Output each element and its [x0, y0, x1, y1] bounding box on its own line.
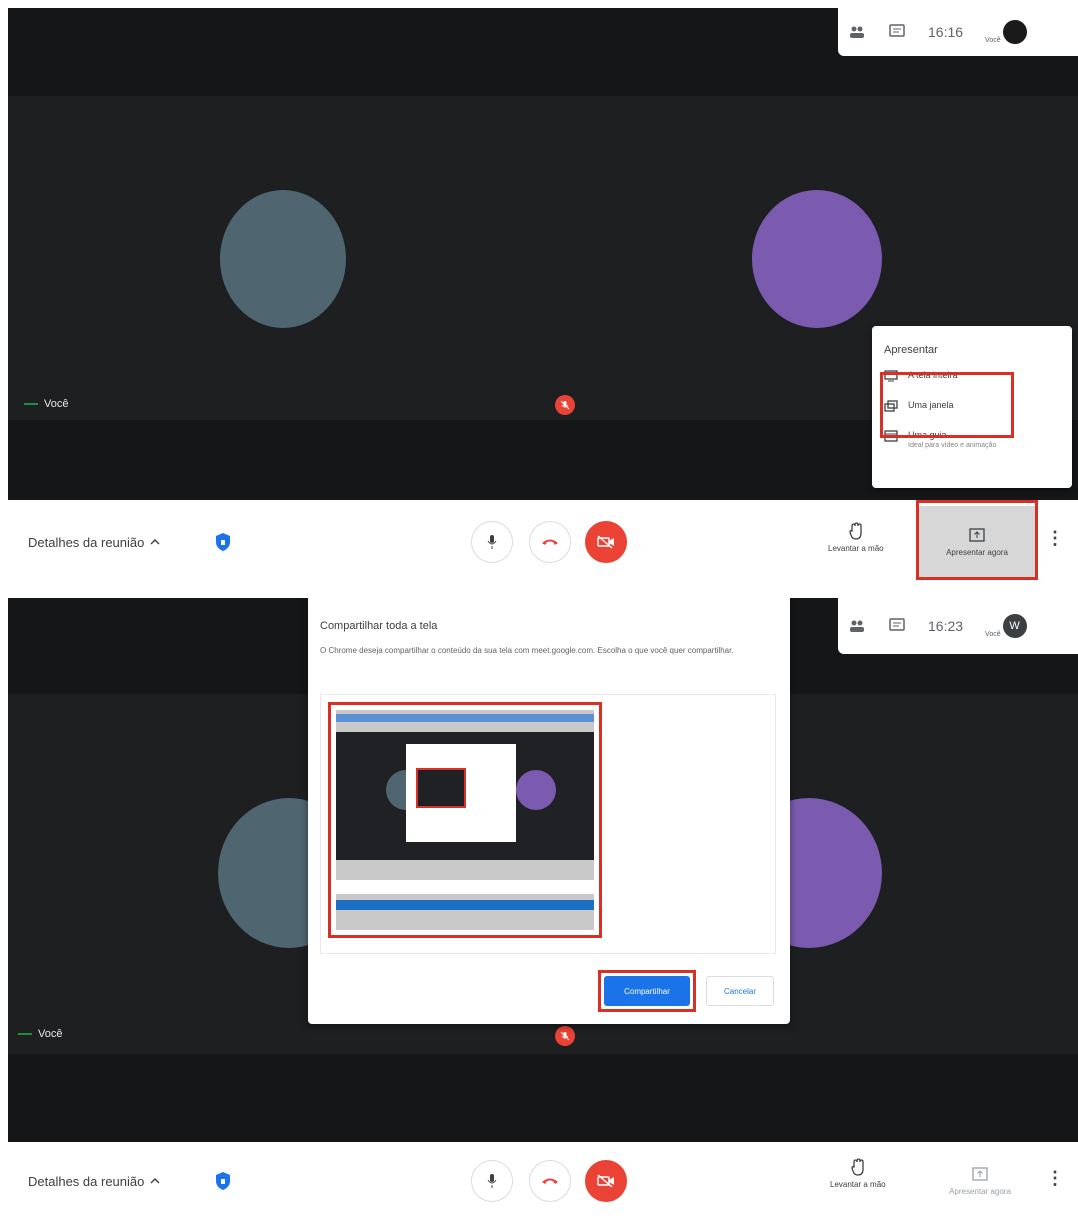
clock-text: 16:16: [928, 24, 964, 40]
meet-screen-present-menu: Você 16:16 Você Apresentar A tela inteir…: [8, 8, 1078, 584]
more-options-icon[interactable]: ⋮: [1046, 528, 1064, 549]
meet-screen-share-dialog: Você 16:23 Você W Detalhes da reunião Le…: [8, 598, 1078, 1220]
participant-tile-you: [220, 190, 346, 328]
self-name-text: Você: [44, 398, 69, 410]
highlight-screen-thumbnail: [328, 702, 602, 938]
muted-mic-icon: [555, 395, 575, 415]
meet-topbar: 16:16 Você: [838, 8, 1078, 56]
self-name-label: Você: [18, 1028, 62, 1040]
cancel-button[interactable]: Cancelar: [706, 976, 774, 1006]
camera-off-icon: [597, 1174, 614, 1188]
chevron-up-icon: [150, 1178, 160, 1184]
muted-mic-icon: [555, 1026, 575, 1046]
meet-controlbar: Detalhes da reunião Levantar a mão Apres…: [8, 1142, 1078, 1220]
raise-hand-label: Levantar a mão: [830, 1180, 886, 1189]
people-icon[interactable]: [848, 23, 866, 41]
hand-icon: [849, 522, 862, 540]
raise-hand-button[interactable]: Levantar a mão: [828, 522, 884, 553]
mic-button[interactable]: [471, 521, 513, 563]
self-avatar-box[interactable]: Você W: [985, 614, 1027, 638]
meet-topbar: 16:23 Você W: [838, 598, 1078, 654]
share-dialog-title: Compartilhar toda a tela: [320, 620, 438, 632]
share-dialog-message: O Chrome deseja compartilhar o conteúdo …: [320, 646, 734, 655]
meeting-details-label: Detalhes da reunião: [28, 1173, 145, 1189]
camera-off-button[interactable]: [585, 521, 627, 563]
present-now-button[interactable]: Apresentar agora: [932, 1152, 1028, 1210]
self-avatar: [1002, 20, 1027, 44]
highlight-present-options: [880, 372, 1014, 438]
phone-hangup-icon: [542, 1178, 558, 1184]
self-avatar-box[interactable]: Você: [985, 20, 1027, 44]
self-avatar: W: [1002, 614, 1027, 638]
camera-off-icon: [597, 535, 614, 549]
mic-icon: [487, 535, 497, 549]
meeting-details-label: Detalhes da reunião: [28, 534, 145, 550]
present-option-sublabel: Ideal para vídeo e animação: [908, 442, 997, 449]
highlight-present-now: [916, 500, 1038, 580]
bottom-dark-band: [8, 1054, 1078, 1142]
self-name-text: Você: [38, 1028, 63, 1040]
hangup-button[interactable]: [529, 521, 571, 563]
present-menu-title: Apresentar: [884, 344, 938, 356]
security-shield-icon[interactable]: [213, 531, 233, 553]
chat-icon[interactable]: [888, 617, 906, 635]
raise-hand-button[interactable]: Levantar a mão: [830, 1158, 886, 1189]
more-options-icon[interactable]: ⋮: [1046, 1168, 1064, 1189]
security-shield-icon[interactable]: [213, 1170, 233, 1192]
mic-icon: [487, 1174, 497, 1188]
meeting-details-button[interactable]: Detalhes da reunião: [28, 535, 160, 550]
self-avatar-label: Você: [985, 631, 1001, 638]
phone-hangup-icon: [542, 539, 558, 545]
present-now-label: Apresentar agora: [949, 1186, 1011, 1196]
speaking-indicator: [18, 1033, 32, 1035]
highlight-share-button: [598, 970, 696, 1012]
hand-icon: [851, 1158, 864, 1176]
chevron-up-icon: [150, 539, 160, 545]
people-icon[interactable]: [848, 617, 866, 635]
self-avatar-label: Você: [985, 37, 1001, 44]
participant-tile-other: [752, 190, 882, 328]
speaking-indicator: [24, 403, 38, 405]
self-name-label: Você: [24, 398, 68, 410]
camera-off-button[interactable]: [585, 1160, 627, 1202]
mic-button[interactable]: [471, 1160, 513, 1202]
hangup-button[interactable]: [529, 1160, 571, 1202]
chat-icon[interactable]: [888, 23, 906, 41]
clock-text: 16:23: [928, 618, 964, 634]
present-screen-icon: [972, 1166, 988, 1181]
raise-hand-label: Levantar a mão: [828, 544, 884, 553]
share-screen-dialog: Compartilhar toda a tela O Chrome deseja…: [308, 598, 790, 1024]
meeting-details-button[interactable]: Detalhes da reunião: [28, 1174, 160, 1189]
